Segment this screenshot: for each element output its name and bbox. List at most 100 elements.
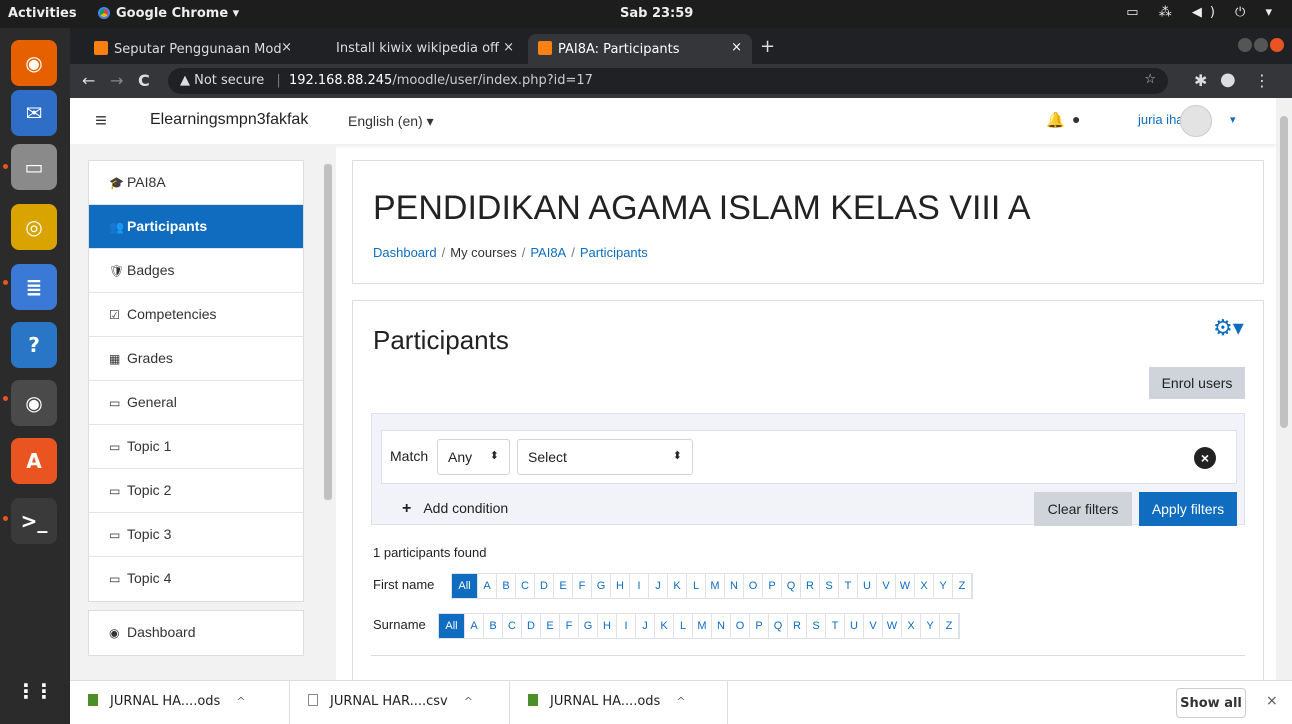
initial-letter-link[interactable]: V bbox=[877, 574, 896, 598]
initial-letter-link[interactable]: D bbox=[535, 574, 554, 598]
tab-participants[interactable]: PAI8A: Participants × bbox=[528, 34, 752, 64]
thunderbird-icon[interactable]: ✉ bbox=[11, 90, 57, 136]
initial-letter-link[interactable]: S bbox=[807, 614, 826, 638]
initial-letter-link[interactable]: E bbox=[554, 574, 573, 598]
initial-letter-link[interactable]: N bbox=[712, 614, 731, 638]
profile-icon[interactable]: ● bbox=[1220, 69, 1236, 90]
initial-letter-link[interactable]: All bbox=[452, 574, 478, 598]
nav-competencies[interactable]: ☑ Competencies bbox=[89, 293, 303, 337]
initial-letter-link[interactable]: D bbox=[522, 614, 541, 638]
initial-letter-link[interactable]: K bbox=[668, 574, 687, 598]
initial-letter-link[interactable]: O bbox=[731, 614, 750, 638]
nav-dashboard[interactable]: ◉ Dashboard bbox=[89, 611, 303, 655]
nav-topic-2[interactable]: ▭ Topic 2 bbox=[89, 469, 303, 513]
not-secure-indicator[interactable]: ▲ Not secure bbox=[180, 73, 264, 88]
initial-letter-link[interactable]: R bbox=[788, 614, 807, 638]
tab-kiwix[interactable]: Install kiwix wikipedia off × bbox=[306, 34, 524, 64]
initial-letter-link[interactable]: Y bbox=[921, 614, 940, 638]
app-menu[interactable]: Google Chrome ▾ bbox=[98, 6, 239, 21]
nav-grades[interactable]: ▦ Grades bbox=[89, 337, 303, 381]
initial-letter-link[interactable]: O bbox=[744, 574, 763, 598]
initial-letter-link[interactable]: A bbox=[465, 614, 484, 638]
download-item[interactable]: JURNAL HAR....csv ^ bbox=[290, 681, 510, 724]
reload-button[interactable]: C bbox=[138, 71, 150, 90]
initial-letter-link[interactable]: All bbox=[439, 614, 465, 638]
show-all-downloads-button[interactable]: Show all bbox=[1176, 688, 1246, 718]
terminal-icon[interactable]: >_ bbox=[11, 498, 57, 544]
system-tray[interactable]: ▭ ⁂ ◀) ⏻ ▾ bbox=[1126, 5, 1280, 20]
firefox-icon[interactable]: ◉ bbox=[11, 40, 57, 86]
drawer-scrollbar[interactable] bbox=[324, 150, 332, 680]
breadcrumb-participants[interactable]: Participants bbox=[580, 245, 648, 260]
initial-letter-link[interactable]: G bbox=[579, 614, 598, 638]
initial-letter-link[interactable]: C bbox=[503, 614, 522, 638]
download-item[interactable]: JURNAL HA....ods ^ bbox=[70, 681, 290, 724]
initial-letter-link[interactable]: B bbox=[497, 574, 516, 598]
scrollbar-thumb[interactable] bbox=[1280, 116, 1288, 428]
breadcrumb-course[interactable]: PAI8A bbox=[530, 245, 566, 260]
breadcrumb-dashboard[interactable]: Dashboard bbox=[373, 245, 437, 260]
gear-icon[interactable]: ⚙▾ bbox=[1213, 315, 1244, 341]
initial-letter-link[interactable]: Q bbox=[769, 614, 788, 638]
nav-general[interactable]: ▭ General bbox=[89, 381, 303, 425]
initial-letter-link[interactable]: F bbox=[560, 614, 579, 638]
chrome-icon[interactable]: ◉ bbox=[11, 380, 57, 426]
initial-letter-link[interactable]: T bbox=[826, 614, 845, 638]
user-menu-caret-icon[interactable]: ▾ bbox=[1230, 113, 1236, 126]
download-options-caret-icon[interactable]: ^ bbox=[464, 695, 473, 708]
initial-letter-link[interactable]: H bbox=[598, 614, 617, 638]
initial-letter-link[interactable]: P bbox=[750, 614, 769, 638]
site-name[interactable]: Elearningsmpn3fakfak bbox=[150, 111, 308, 129]
initial-letter-link[interactable]: J bbox=[636, 614, 655, 638]
minimize-button[interactable] bbox=[1238, 38, 1252, 52]
page-scrollbar[interactable] bbox=[1276, 98, 1292, 680]
initial-letter-link[interactable]: A bbox=[478, 574, 497, 598]
initial-letter-link[interactable]: X bbox=[902, 614, 921, 638]
initial-letter-link[interactable]: I bbox=[630, 574, 649, 598]
initial-letter-link[interactable]: Y bbox=[934, 574, 953, 598]
initial-letter-link[interactable]: I bbox=[617, 614, 636, 638]
nav-topic-4[interactable]: ▭ Topic 4 bbox=[89, 557, 303, 601]
nav-badges[interactable]: 🛡 Badges bbox=[89, 249, 303, 293]
maximize-button[interactable] bbox=[1254, 38, 1268, 52]
nav-topic-1[interactable]: ▭ Topic 1 bbox=[89, 425, 303, 469]
close-shelf-icon[interactable]: × bbox=[1266, 693, 1278, 709]
forward-button[interactable]: → bbox=[110, 71, 123, 90]
initial-letter-link[interactable]: U bbox=[858, 574, 877, 598]
initial-letter-link[interactable]: M bbox=[706, 574, 725, 598]
chrome-menu-icon[interactable]: ⋮ bbox=[1254, 71, 1270, 90]
nav-participants[interactable]: 👥 Participants bbox=[89, 205, 303, 249]
initial-letter-link[interactable]: J bbox=[649, 574, 668, 598]
tab-seputar[interactable]: Seputar Penggunaan Mod × bbox=[84, 34, 302, 64]
initial-letter-link[interactable]: L bbox=[674, 614, 693, 638]
nav-topic-3[interactable]: ▭ Topic 3 bbox=[89, 513, 303, 557]
avatar[interactable] bbox=[1180, 105, 1212, 137]
libreoffice-writer-icon[interactable]: ≣ bbox=[11, 264, 57, 310]
initial-letter-link[interactable]: X bbox=[915, 574, 934, 598]
software-center-icon[interactable]: A bbox=[11, 438, 57, 484]
scrollbar-thumb[interactable] bbox=[324, 164, 332, 500]
initial-letter-link[interactable]: H bbox=[611, 574, 630, 598]
initial-letter-link[interactable]: B bbox=[484, 614, 503, 638]
initial-letter-link[interactable]: Q bbox=[782, 574, 801, 598]
tab-close-icon[interactable]: × bbox=[281, 40, 292, 55]
activities-button[interactable]: Activities bbox=[8, 6, 77, 21]
initial-letter-link[interactable]: K bbox=[655, 614, 674, 638]
initial-letter-link[interactable]: U bbox=[845, 614, 864, 638]
files-icon[interactable]: ▭ bbox=[11, 144, 57, 190]
filter-type-select[interactable]: Select ⬍ bbox=[517, 439, 693, 475]
language-menu[interactable]: English (en) ▾ bbox=[348, 113, 434, 130]
nav-course-pai8a[interactable]: 🎓 PAI8A bbox=[89, 161, 303, 205]
extensions-icon[interactable]: ✱ bbox=[1194, 71, 1207, 90]
clear-filters-button[interactable]: Clear filters bbox=[1034, 492, 1132, 526]
notifications-bell-icon[interactable]: 🔔 bbox=[1046, 111, 1065, 129]
initial-letter-link[interactable]: G bbox=[592, 574, 611, 598]
initial-letter-link[interactable]: Z bbox=[940, 614, 959, 638]
clock[interactable]: Sab 23:59 bbox=[620, 6, 693, 21]
messages-icon[interactable]: ● bbox=[1072, 111, 1080, 127]
download-options-caret-icon[interactable]: ^ bbox=[236, 695, 245, 708]
remove-condition-icon[interactable]: × bbox=[1194, 447, 1216, 469]
initial-letter-link[interactable]: P bbox=[763, 574, 782, 598]
initial-letter-link[interactable]: T bbox=[839, 574, 858, 598]
help-icon[interactable]: ? bbox=[11, 322, 57, 368]
